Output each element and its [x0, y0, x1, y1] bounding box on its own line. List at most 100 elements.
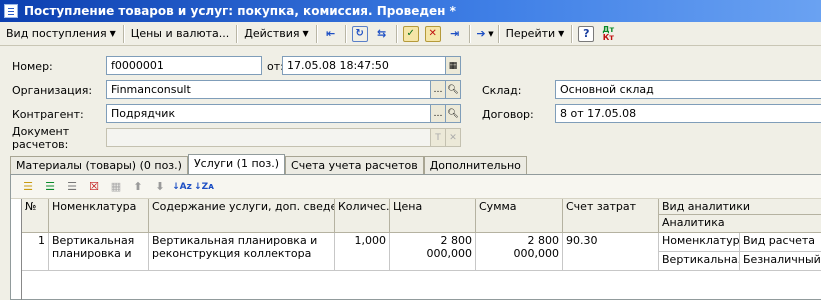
column-header-price[interactable]: Цена [390, 199, 476, 233]
table-cell-sum[interactable]: 2 800 000,000 [476, 233, 563, 271]
column-header-no[interactable]: № [22, 199, 49, 233]
table-cell-quantity[interactable]: 1,000 [335, 233, 390, 271]
column-header-analytics[interactable]: Аналитика [659, 215, 821, 233]
actions-menu[interactable]: Действия ▼ [240, 25, 312, 42]
sort-asc-button[interactable]: ↓Aᴢ [172, 178, 192, 196]
toolbar-separator [395, 24, 397, 43]
dt-kt-button[interactable]: Дт Кт [598, 24, 618, 44]
delete-row-icon: ☒ [89, 180, 99, 193]
sort-desc-button[interactable]: ↓Zᴀ [194, 178, 214, 196]
settlement-doc-clear-button[interactable]: ✕ [446, 128, 461, 147]
dropdown-arrow-icon: ▼ [109, 29, 116, 38]
structure-button[interactable]: ⇆ [372, 24, 392, 44]
sort-descending-icon: ↓Zᴀ [194, 181, 214, 192]
tab-materials[interactable]: Материалы (товары) (0 поз.) [10, 156, 188, 174]
table-cell-analytics-value-1[interactable]: Вид расчета [740, 233, 821, 252]
table-cell-analytics-value-2[interactable]: Безналичный [740, 252, 821, 271]
end-edit-icon: ▦ [110, 180, 122, 193]
column-header-analytics-type[interactable]: Вид аналитики [659, 199, 821, 215]
receipt-type-menu[interactable]: Вид поступления ▼ [2, 25, 120, 42]
unpost-document-button[interactable]: ✕ [423, 24, 443, 44]
organization-field[interactable]: Finmanconsult [106, 80, 431, 99]
arrow-down-icon: ⬇ [155, 180, 165, 193]
add-row-button[interactable]: ☰ [19, 178, 37, 196]
dropdown-arrow-icon: ▼ [488, 29, 494, 38]
move-up-button[interactable]: ⬆ [129, 178, 147, 196]
prices-currency-label: Цены и валюта... [130, 27, 230, 40]
post-document-button[interactable]: ✓ [401, 24, 421, 44]
table-cell-content[interactable]: Вертикальная планировка и реконструкция … [149, 233, 335, 271]
toolbar-separator [315, 24, 317, 43]
create-based-on-icon: ➔ [476, 27, 486, 40]
table-cell-cost-account[interactable]: 90.30 [563, 233, 659, 271]
counterparty-open-button[interactable]: 🔍︎ [446, 104, 461, 123]
column-header-content[interactable]: Содержание услуги, доп. сведения [149, 199, 335, 233]
refresh-icon: ↻ [351, 25, 368, 42]
edit-row-button[interactable]: ☰ [63, 178, 81, 196]
services-table: № Номенклатура Содержание услуги, доп. с… [21, 199, 821, 300]
tab-strip: Материалы (товары) (0 поз.) Услуги (1 по… [10, 154, 527, 174]
end-edit-button[interactable]: ▦ [107, 178, 125, 196]
post-document-icon: ✓ [402, 25, 419, 42]
settlement-doc-field[interactable] [106, 128, 431, 147]
table-cell-no[interactable]: 1 [22, 233, 49, 271]
column-header-sum[interactable]: Сумма [476, 199, 563, 233]
refresh-button[interactable]: ↻ [350, 24, 370, 44]
dt-kt-icon: Дт Кт [600, 25, 616, 42]
toolbar-separator [122, 24, 124, 43]
column-header-nomenclature[interactable]: Номенклатура [49, 199, 149, 233]
contract-field[interactable]: 8 от 17.05.08 [555, 104, 821, 123]
table-cell-price[interactable]: 2 800 000,000 [390, 233, 476, 271]
column-header-quantity[interactable]: Количес... [335, 199, 390, 233]
edit-row-icon: ☰ [67, 180, 77, 193]
ellipsis-icon: … [433, 84, 443, 95]
copy-row-button[interactable]: ☰ [41, 178, 59, 196]
back-arrow-icon: ⇤ [326, 27, 336, 40]
number-label: Номер: [12, 60, 53, 73]
ellipsis-icon: … [433, 108, 443, 119]
unpost-document-icon: ✕ [424, 25, 441, 42]
column-header-cost-account[interactable]: Счет затрат [563, 199, 659, 233]
counterparty-field[interactable]: Подрядчик [106, 104, 431, 123]
document-form: Номер: f0000001 от: 17.05.08 18:47:50 ▦ … [0, 46, 821, 300]
copy-row-icon: ☰ [45, 180, 55, 193]
create-based-on-button[interactable]: ➔ ▼ [474, 24, 494, 44]
toolbar-separator [497, 24, 499, 43]
help-button[interactable]: ? [576, 24, 596, 44]
help-icon: ? [578, 25, 595, 42]
calendar-button[interactable]: ▦ [446, 56, 461, 75]
dropdown-arrow-icon: ▼ [558, 29, 565, 38]
organization-open-button[interactable]: 🔍︎ [446, 80, 461, 99]
organization-label: Организация: [12, 84, 93, 97]
delete-row-button[interactable]: ☒ [85, 178, 103, 196]
settlement-doc-label-line1: Документ [12, 125, 70, 138]
settlement-doc-label-line2: расчетов: [12, 138, 69, 151]
tab-additional[interactable]: Дополнительно [423, 156, 527, 174]
go-to-menu[interactable]: Перейти ▼ [502, 25, 569, 42]
window-title-bar: Поступление товаров и услуг: покупка, ко… [0, 0, 821, 22]
actions-label: Действия [244, 27, 300, 40]
tab-settlement-accounts[interactable]: Счета учета расчетов [285, 156, 424, 174]
save-icon: ⇥ [450, 27, 460, 40]
search-icon: 🔍︎ [447, 108, 459, 119]
services-tab-panel: ☰ ☰ ☰ ☒ ▦ ⬆ ⬇ ↓Aᴢ ↓Zᴀ № Номенклатура Сод… [10, 174, 821, 300]
table-cell-nomenclature[interactable]: Вертикальная планировка и [49, 233, 149, 271]
warehouse-field[interactable]: Основной склад [555, 80, 821, 99]
tab-services[interactable]: Услуги (1 поз.) [187, 154, 286, 174]
settlement-doc-type-button[interactable]: T [431, 128, 446, 147]
back-arrow-button[interactable]: ⇤ [321, 24, 341, 44]
prices-currency-button[interactable]: Цены и валюта... [127, 25, 233, 42]
toolbar-separator [344, 24, 346, 43]
organization-select-button[interactable]: … [431, 80, 446, 99]
search-icon: 🔍︎ [447, 84, 459, 95]
table-cell-analytics-type-2[interactable]: Вертикальна... [659, 252, 740, 271]
toolbar-separator [571, 24, 573, 43]
type-t-icon: T [435, 132, 441, 143]
contract-label: Договор: [482, 108, 534, 121]
number-field[interactable]: f0000001 [106, 56, 262, 75]
counterparty-select-button[interactable]: … [431, 104, 446, 123]
save-button[interactable]: ⇥ [445, 24, 465, 44]
date-field[interactable]: 17.05.08 18:47:50 [282, 56, 446, 75]
table-cell-analytics-type-1[interactable]: Номенклатура [659, 233, 740, 252]
move-down-button[interactable]: ⬇ [151, 178, 169, 196]
